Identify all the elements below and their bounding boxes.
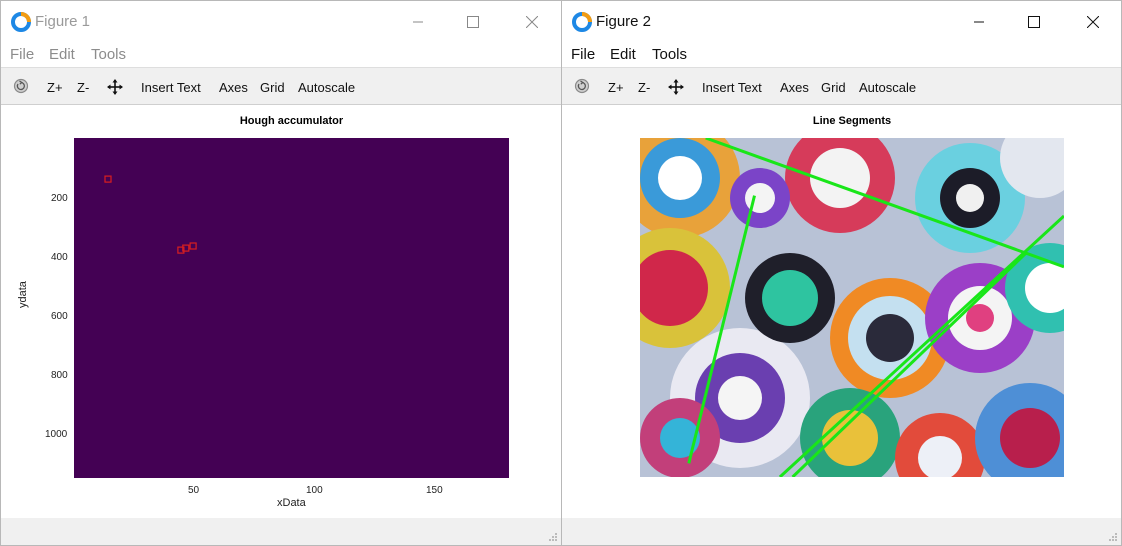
plot-title: Hough accumulator (239, 115, 344, 127)
heatmap-background (74, 138, 509, 478)
minimize-button[interactable] (403, 9, 433, 35)
resize-grip-icon[interactable] (548, 532, 558, 542)
grid-button[interactable]: Grid (821, 80, 846, 95)
minimize-icon (974, 21, 984, 23)
octave-app-icon (11, 12, 31, 32)
status-bar (1, 518, 561, 545)
rotate-icon[interactable] (13, 78, 29, 94)
pan-icon[interactable] (668, 79, 684, 95)
window-title: Figure 1 (35, 13, 91, 30)
menu-file[interactable]: File (571, 46, 595, 63)
y-axis-label: ydata (17, 281, 29, 308)
menu-tools[interactable]: Tools (652, 46, 687, 63)
toolbar: Z+ Z- Insert Text Axes Grid Autoscale (1, 67, 561, 105)
artwork-image (640, 138, 1064, 477)
xtick-label: 50 (188, 485, 200, 496)
rotate-icon[interactable] (574, 78, 590, 94)
plot-area: Line Segments (562, 105, 1121, 520)
ytick-label: 600 (51, 311, 68, 322)
close-button[interactable] (517, 9, 547, 35)
title-bar: Figure 2 (562, 1, 1121, 41)
maximize-icon (467, 16, 479, 28)
figure-1-window: Figure 1 File Edit Tools Z+ Z- Insert Te… (0, 0, 562, 546)
ytick-label: 400 (51, 252, 68, 263)
insert-text-button[interactable]: Insert Text (141, 80, 201, 95)
resize-grip-icon[interactable] (1108, 532, 1118, 542)
menu-bar: File Edit Tools (1, 41, 561, 67)
plot-area: Hough accumulator 200 400 600 800 1000 5… (1, 105, 561, 520)
octave-app-icon (572, 12, 592, 32)
menu-bar: File Edit Tools (562, 41, 1121, 67)
axes-button[interactable]: Axes (780, 80, 809, 95)
figure-2-window: Figure 2 File Edit Tools Z+ Z- Insert Te… (561, 0, 1122, 546)
autoscale-button[interactable]: Autoscale (859, 80, 916, 95)
maximize-button[interactable] (1019, 9, 1049, 35)
ytick-label: 200 (51, 193, 68, 204)
pan-icon[interactable] (107, 79, 123, 95)
status-bar (562, 518, 1121, 545)
axes-button[interactable]: Axes (219, 80, 248, 95)
minimize-button[interactable] (964, 9, 994, 35)
zoom-in-button[interactable]: Z+ (47, 80, 63, 95)
plot-title: Line Segments (812, 115, 892, 127)
ytick-label: 1000 (45, 429, 68, 440)
maximize-icon (1028, 16, 1040, 28)
maximize-button[interactable] (458, 9, 488, 35)
xtick-label: 100 (306, 485, 323, 496)
close-button[interactable] (1078, 9, 1108, 35)
menu-edit[interactable]: Edit (610, 46, 636, 63)
zoom-in-button[interactable]: Z+ (608, 80, 624, 95)
ytick-label: 800 (51, 370, 68, 381)
autoscale-button[interactable]: Autoscale (298, 80, 355, 95)
close-icon (1087, 16, 1099, 28)
x-axis-label: xData (277, 497, 306, 509)
menu-file[interactable]: File (10, 46, 34, 63)
menu-edit[interactable]: Edit (49, 46, 75, 63)
window-title: Figure 2 (596, 13, 652, 30)
zoom-out-button[interactable]: Z- (77, 80, 89, 95)
xtick-label: 150 (426, 485, 443, 496)
toolbar: Z+ Z- Insert Text Axes Grid Autoscale (562, 67, 1121, 105)
hough-accumulator-heatmap[interactable] (74, 138, 509, 478)
close-icon (526, 16, 538, 28)
zoom-out-button[interactable]: Z- (638, 80, 650, 95)
title-bar: Figure 1 (1, 1, 561, 41)
menu-tools[interactable]: Tools (91, 46, 126, 63)
line-segments-image[interactable] (640, 138, 1064, 477)
minimize-icon (413, 21, 423, 23)
insert-text-button[interactable]: Insert Text (702, 80, 762, 95)
grid-button[interactable]: Grid (260, 80, 285, 95)
